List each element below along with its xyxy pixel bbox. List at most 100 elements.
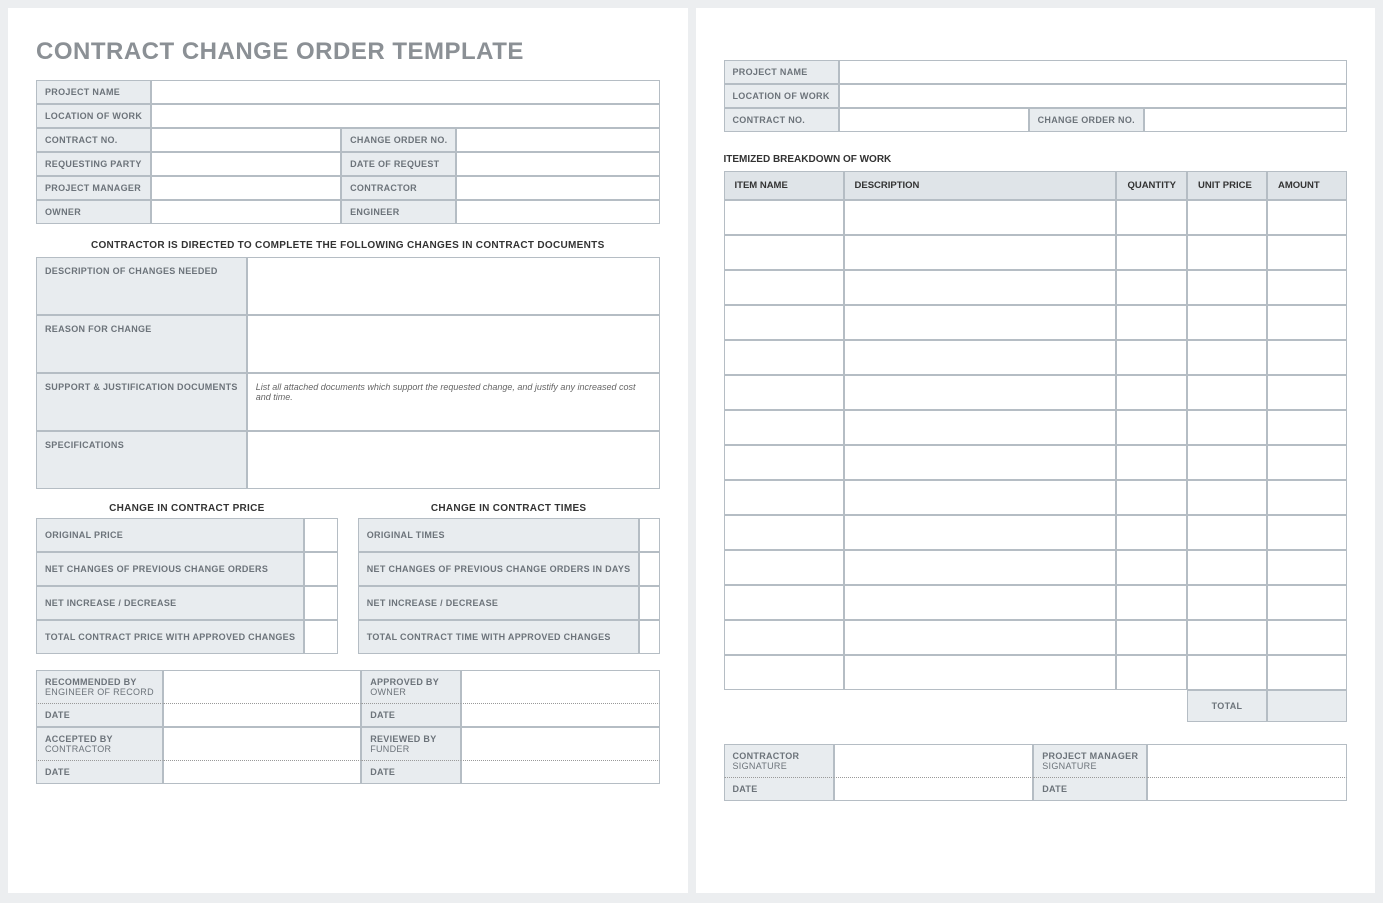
reason-field[interactable]	[247, 315, 660, 373]
net-prev-price-field[interactable]	[304, 552, 337, 586]
support-field[interactable]: List all attached documents which suppor…	[247, 373, 660, 431]
table-cell[interactable]	[724, 410, 844, 445]
table-cell[interactable]	[724, 480, 844, 515]
rev-date-field[interactable]	[461, 761, 659, 784]
contractor-field[interactable]	[456, 176, 659, 200]
table-cell[interactable]	[844, 445, 1117, 480]
pm-field[interactable]	[151, 176, 341, 200]
accepted-by-field[interactable]	[163, 727, 361, 761]
contract-no-field-2[interactable]	[839, 108, 1029, 132]
table-cell[interactable]	[1267, 235, 1347, 270]
table-cell[interactable]	[724, 515, 844, 550]
table-cell[interactable]	[844, 270, 1117, 305]
table-cell[interactable]	[1116, 550, 1187, 585]
table-cell[interactable]	[724, 235, 844, 270]
table-cell[interactable]	[844, 655, 1117, 690]
table-cell[interactable]	[724, 340, 844, 375]
acc-date-field[interactable]	[163, 761, 361, 784]
table-cell[interactable]	[1267, 410, 1347, 445]
table-cell[interactable]	[724, 585, 844, 620]
table-cell[interactable]	[1187, 550, 1267, 585]
change-order-no-field[interactable]	[456, 128, 659, 152]
table-cell[interactable]	[1267, 445, 1347, 480]
requesting-party-field[interactable]	[151, 152, 341, 176]
owner-field[interactable]	[151, 200, 341, 224]
date-request-field[interactable]	[456, 152, 659, 176]
app-date-field[interactable]	[461, 704, 659, 727]
table-cell[interactable]	[1267, 340, 1347, 375]
table-cell[interactable]	[1116, 445, 1187, 480]
table-cell[interactable]	[844, 375, 1117, 410]
table-cell[interactable]	[1267, 620, 1347, 655]
table-cell[interactable]	[1187, 200, 1267, 235]
table-cell[interactable]	[844, 515, 1117, 550]
table-cell[interactable]	[844, 480, 1117, 515]
table-cell[interactable]	[1116, 410, 1187, 445]
table-cell[interactable]	[1187, 235, 1267, 270]
total-field[interactable]	[1267, 690, 1347, 722]
table-cell[interactable]	[1267, 480, 1347, 515]
reviewed-by-field[interactable]	[461, 727, 659, 761]
contract-no-field[interactable]	[151, 128, 341, 152]
table-cell[interactable]	[844, 340, 1117, 375]
table-cell[interactable]	[1267, 515, 1347, 550]
table-cell[interactable]	[1116, 655, 1187, 690]
table-cell[interactable]	[1187, 375, 1267, 410]
project-name-field[interactable]	[151, 80, 659, 104]
table-cell[interactable]	[1267, 655, 1347, 690]
table-cell[interactable]	[1267, 585, 1347, 620]
table-cell[interactable]	[724, 200, 844, 235]
net-incdec-times-field[interactable]	[639, 586, 659, 620]
location-field[interactable]	[151, 104, 659, 128]
table-cell[interactable]	[1116, 585, 1187, 620]
table-cell[interactable]	[844, 550, 1117, 585]
table-cell[interactable]	[1187, 515, 1267, 550]
table-cell[interactable]	[1116, 305, 1187, 340]
table-cell[interactable]	[1187, 480, 1267, 515]
table-cell[interactable]	[1187, 445, 1267, 480]
total-price-field[interactable]	[304, 620, 337, 654]
pm-date-field[interactable]	[1147, 778, 1347, 801]
desc-changes-field[interactable]	[247, 257, 660, 315]
table-cell[interactable]	[1116, 620, 1187, 655]
table-cell[interactable]	[1187, 655, 1267, 690]
table-cell[interactable]	[1116, 480, 1187, 515]
table-cell[interactable]	[724, 655, 844, 690]
table-cell[interactable]	[844, 305, 1117, 340]
table-cell[interactable]	[1187, 270, 1267, 305]
table-cell[interactable]	[844, 200, 1117, 235]
table-cell[interactable]	[724, 375, 844, 410]
recommended-by-field[interactable]	[163, 670, 361, 704]
orig-price-field[interactable]	[304, 518, 337, 552]
table-cell[interactable]	[724, 445, 844, 480]
table-cell[interactable]	[1187, 620, 1267, 655]
table-cell[interactable]	[1116, 340, 1187, 375]
approved-by-field[interactable]	[461, 670, 659, 704]
table-cell[interactable]	[1187, 340, 1267, 375]
table-cell[interactable]	[1116, 200, 1187, 235]
table-cell[interactable]	[1116, 515, 1187, 550]
spec-field[interactable]	[247, 431, 660, 489]
project-name-field-2[interactable]	[839, 60, 1347, 84]
engineer-field[interactable]	[456, 200, 659, 224]
table-cell[interactable]	[844, 620, 1117, 655]
table-cell[interactable]	[724, 305, 844, 340]
table-cell[interactable]	[1267, 200, 1347, 235]
table-cell[interactable]	[724, 620, 844, 655]
table-cell[interactable]	[1187, 305, 1267, 340]
total-times-field[interactable]	[639, 620, 659, 654]
net-incdec-price-field[interactable]	[304, 586, 337, 620]
table-cell[interactable]	[724, 270, 844, 305]
location-field-2[interactable]	[839, 84, 1347, 108]
table-cell[interactable]	[844, 585, 1117, 620]
table-cell[interactable]	[724, 550, 844, 585]
table-cell[interactable]	[1116, 235, 1187, 270]
table-cell[interactable]	[1187, 585, 1267, 620]
table-cell[interactable]	[1267, 270, 1347, 305]
table-cell[interactable]	[1116, 270, 1187, 305]
table-cell[interactable]	[1267, 550, 1347, 585]
pm-sig-field[interactable]	[1147, 744, 1347, 778]
table-cell[interactable]	[1116, 375, 1187, 410]
orig-times-field[interactable]	[639, 518, 659, 552]
rec-date-field[interactable]	[163, 704, 361, 727]
